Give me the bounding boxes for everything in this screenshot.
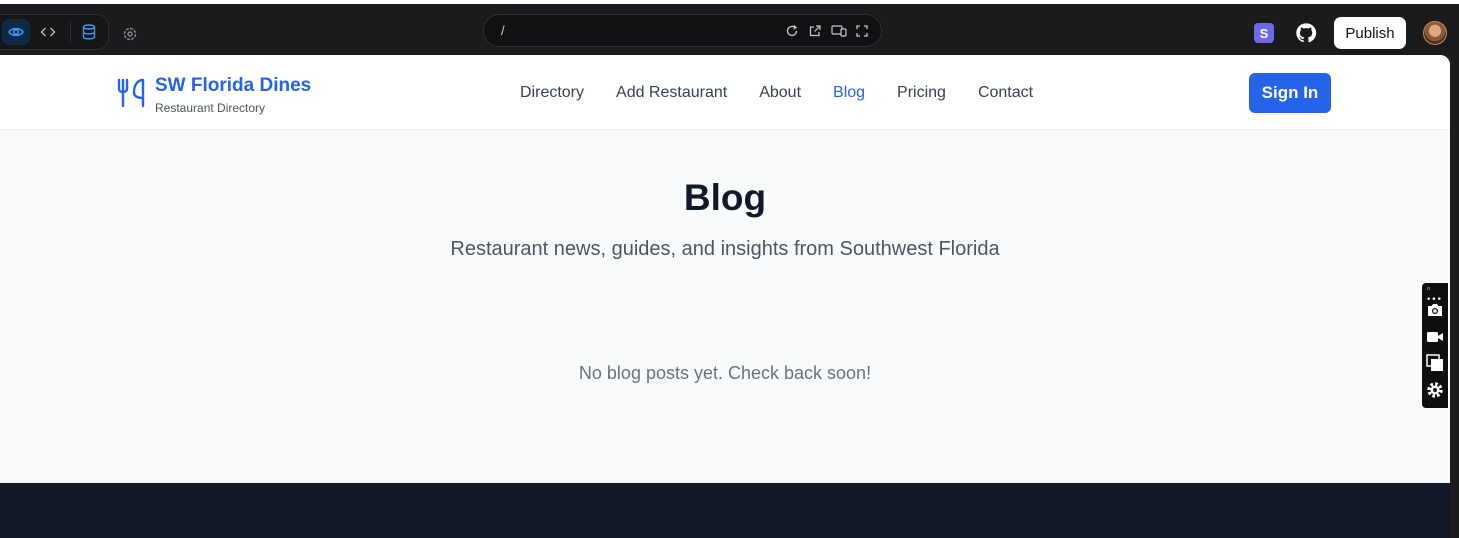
page-subtitle: Restaurant news, guides, and insights fr… — [450, 238, 1000, 260]
site-brand[interactable]: SW Florida Dines — [155, 75, 311, 97]
external-link-icon[interactable] — [808, 24, 822, 38]
site-header: SW Florida Dines Restaurant Directory Di… — [0, 55, 1450, 130]
nav-directory[interactable]: Directory — [520, 84, 584, 102]
database-button[interactable] — [76, 19, 102, 45]
fork-knife-icon — [117, 78, 145, 108]
empty-state-message: No blog posts yet. Check back soon! — [578, 363, 872, 383]
page-title: Blog — [683, 177, 767, 218]
editor-toolbar: / S Publish — [0, 4, 1459, 54]
nav-about[interactable]: About — [759, 84, 801, 102]
url-path[interactable]: / — [501, 23, 505, 38]
code-icon — [40, 27, 56, 37]
gear-icon[interactable] — [1426, 381, 1444, 399]
site-footer — [0, 483, 1450, 538]
site-tagline: Restaurant Directory — [155, 101, 266, 115]
floating-capture-toolbar: ◦ ••• — [1422, 283, 1448, 408]
nav-pricing[interactable]: Pricing — [897, 84, 946, 102]
camera-icon[interactable] — [1426, 301, 1444, 319]
fullscreen-icon[interactable] — [855, 24, 869, 38]
nav-blog[interactable]: Blog — [833, 84, 865, 102]
code-view-button[interactable] — [34, 19, 62, 45]
main-nav: Directory Add Restaurant About Blog Pric… — [520, 84, 1065, 102]
settings-button[interactable] — [119, 23, 141, 45]
video-icon[interactable] — [1426, 328, 1444, 346]
s-app-badge[interactable]: S — [1254, 23, 1274, 43]
view-mode-group — [0, 14, 109, 50]
nav-contact[interactable]: Contact — [978, 84, 1033, 102]
database-icon — [82, 24, 96, 40]
url-bar[interactable]: / — [483, 14, 882, 47]
user-avatar[interactable] — [1423, 21, 1447, 45]
sign-in-button[interactable]: Sign In — [1249, 73, 1331, 113]
devices-icon[interactable] — [831, 24, 847, 38]
copy-icon[interactable] — [1426, 354, 1444, 372]
toolbar-divider — [70, 22, 71, 42]
site-preview: SW Florida Dines Restaurant Directory Di… — [0, 55, 1450, 538]
preview-button[interactable] — [2, 19, 30, 45]
publish-button[interactable]: Publish — [1334, 17, 1406, 49]
reload-icon[interactable] — [785, 24, 799, 38]
nav-add-restaurant[interactable]: Add Restaurant — [616, 84, 727, 102]
settings-icon — [123, 27, 137, 41]
github-icon[interactable] — [1295, 22, 1317, 44]
eye-icon — [8, 27, 24, 37]
